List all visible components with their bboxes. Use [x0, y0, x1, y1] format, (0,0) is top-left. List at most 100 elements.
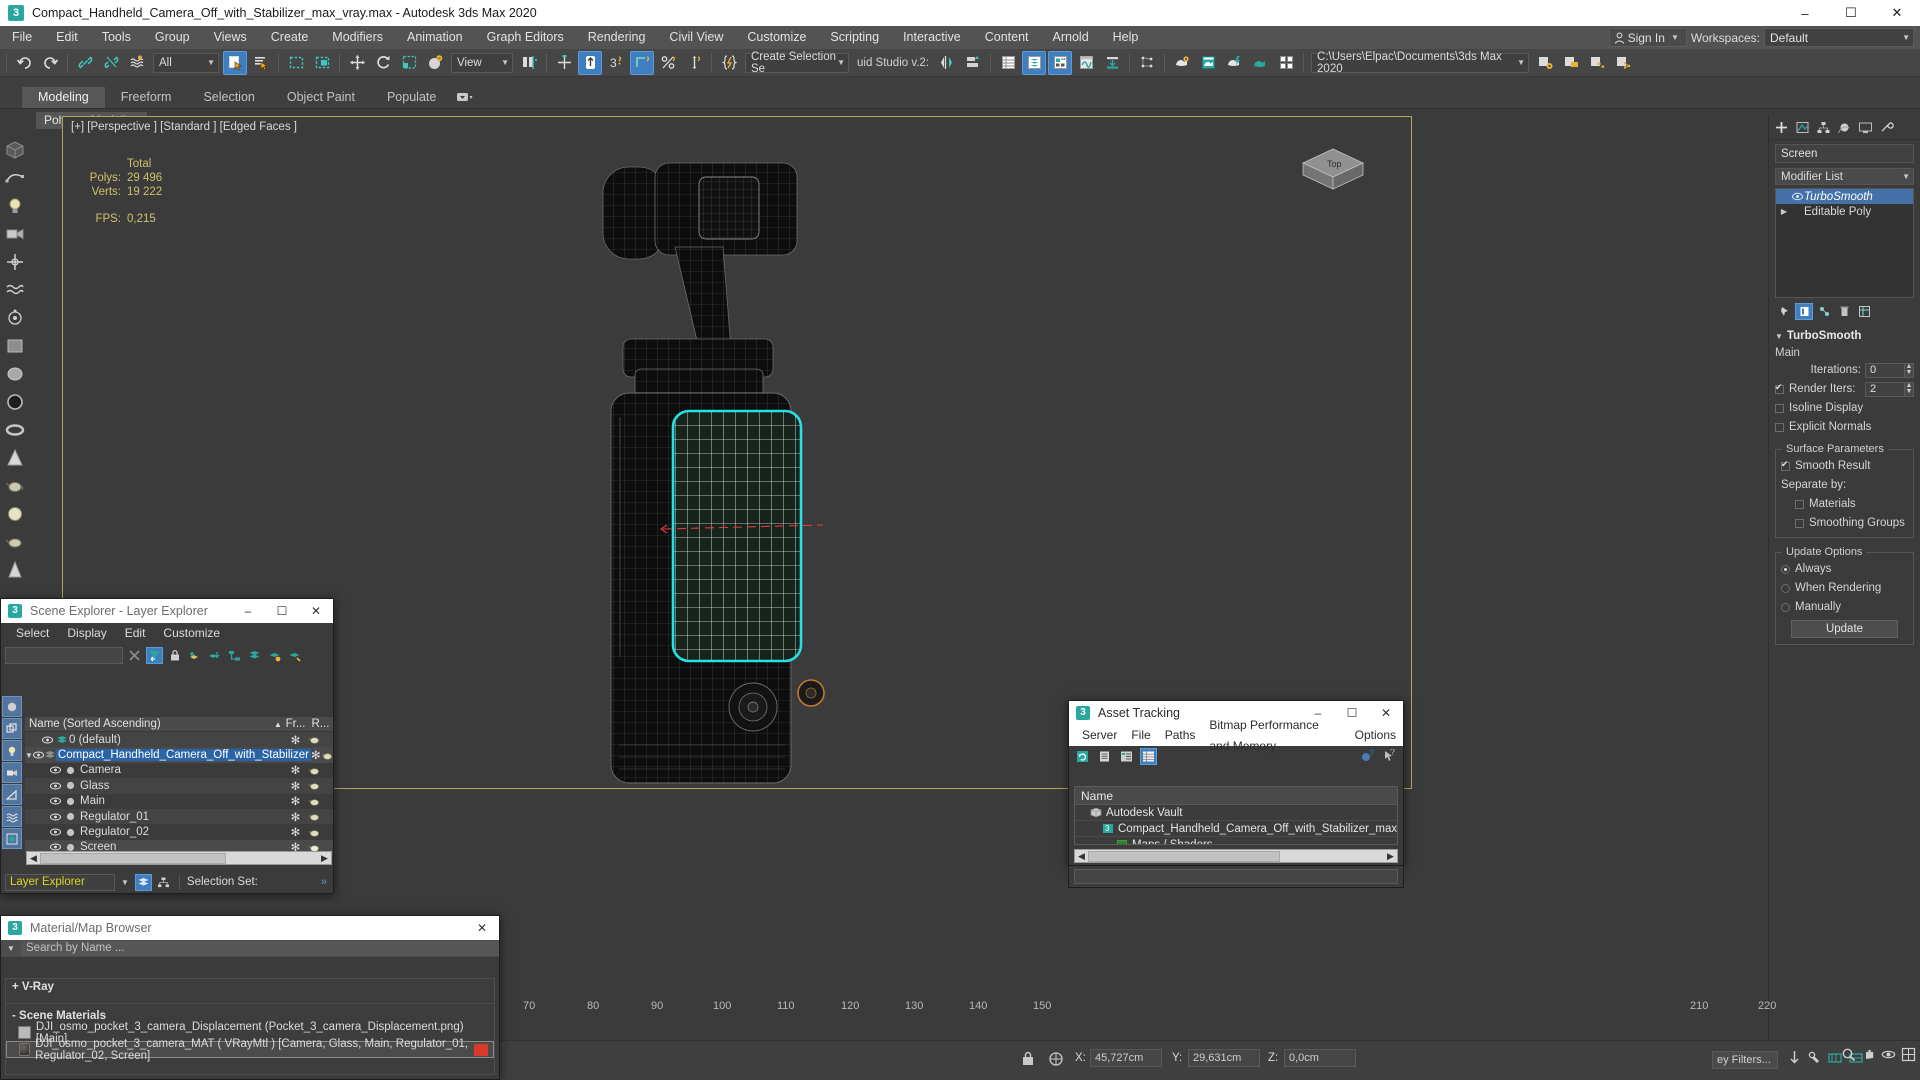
- material-editor-icon[interactable]: [1170, 51, 1194, 75]
- maximize-button[interactable]: ☐: [265, 599, 299, 623]
- update-when-rendering-radio[interactable]: [1781, 583, 1790, 593]
- row-label[interactable]: Regulator_01: [77, 811, 283, 823]
- manage-layers-icon[interactable]: [1048, 50, 1073, 75]
- material-search-input[interactable]: Search by Name ...: [21, 941, 499, 956]
- add-layer-icon[interactable]: [186, 647, 203, 664]
- mirror-icon[interactable]: [935, 51, 959, 75]
- close-button[interactable]: ✕: [465, 916, 499, 940]
- menu-civil-view[interactable]: Civil View: [657, 26, 735, 49]
- row-label[interactable]: 0 (default): [69, 734, 283, 746]
- filter-shapes-icon[interactable]: [2, 718, 22, 739]
- at-menu-file[interactable]: File: [1124, 725, 1157, 746]
- scroll-left-icon[interactable]: ◀: [1075, 851, 1088, 862]
- tree-header[interactable]: Name (Sorted Ascending) ▲ Fr... R...: [25, 717, 333, 732]
- percent-snap-toggle-icon[interactable]: 3: [604, 51, 628, 75]
- use-pivot-point-center-icon[interactable]: [517, 51, 541, 75]
- menu-file[interactable]: File: [0, 26, 44, 49]
- eye-icon[interactable]: [47, 766, 63, 774]
- project-assets-icon[interactable]: [1585, 51, 1609, 75]
- smooth-result-row[interactable]: Smooth Result: [1781, 458, 1908, 474]
- scroll-thumb[interactable]: [1088, 850, 1280, 862]
- iterations-input[interactable]: 0: [1865, 362, 1905, 378]
- row-label[interactable]: Camera: [77, 764, 283, 776]
- smoothing-groups-checkbox[interactable]: [1795, 518, 1804, 528]
- freeze-toggle[interactable]: ✻: [311, 748, 321, 762]
- table-row[interactable]: Regulator_01 ✻: [25, 808, 333, 825]
- asset-tracking-toolbar-icon[interactable]: [1611, 51, 1635, 75]
- menu-scripting[interactable]: Scripting: [818, 26, 891, 49]
- auto-key-icon[interactable]: [1788, 1050, 1801, 1066]
- render-toggle[interactable]: [321, 751, 334, 760]
- render-toggle[interactable]: [308, 812, 333, 821]
- chevron-down-icon[interactable]: ▼: [837, 58, 845, 67]
- ribbon-tab-modeling[interactable]: Modeling: [22, 87, 105, 108]
- freeze-toggle[interactable]: ✻: [283, 825, 308, 839]
- scene-explorer-search-input[interactable]: [5, 646, 123, 664]
- pan-icon[interactable]: [1861, 1047, 1876, 1062]
- pin-stack-icon[interactable]: [1775, 303, 1793, 320]
- menu-group[interactable]: Group: [143, 26, 202, 49]
- systems-icon[interactable]: [2, 305, 28, 331]
- scene-explorer-icon[interactable]: [1022, 50, 1047, 75]
- zoom-icon[interactable]: [1841, 1047, 1856, 1062]
- redo-button[interactable]: [38, 51, 62, 75]
- chevron-down-icon[interactable]: ▼: [1775, 332, 1783, 341]
- layer-tools-icon[interactable]: [286, 647, 303, 664]
- timeline-ruler-right[interactable]: 210 220: [1690, 998, 1910, 1018]
- configure-modifier-sets-icon[interactable]: [1855, 303, 1873, 320]
- cone-primitive-icon[interactable]: [2, 445, 28, 471]
- set-key-icon[interactable]: [1808, 1050, 1821, 1066]
- timeline-ruler[interactable]: 70 80 90 100 110 120 130 140 150: [505, 998, 1575, 1018]
- table-row[interactable]: Regulator_02 ✻: [25, 824, 333, 839]
- menu-arnold[interactable]: Arnold: [1041, 26, 1101, 49]
- selection-lock-icon[interactable]: [1020, 1051, 1036, 1067]
- ribbon-tab-selection[interactable]: Selection: [187, 87, 270, 108]
- help-icon[interactable]: ?: [1359, 748, 1376, 765]
- tab-utilities-icon[interactable]: [1876, 118, 1896, 138]
- list-item[interactable]: DJI_osmo_pocket_3_camera_MAT ( VRayMtl )…: [6, 1038, 494, 1062]
- reference-coordinate-select[interactable]: View ▼: [451, 52, 513, 73]
- select-layer-objects-icon[interactable]: [226, 647, 243, 664]
- add-selection-to-layer-icon[interactable]: [206, 647, 223, 664]
- sign-in-button[interactable]: Sign In ▼: [1608, 28, 1687, 47]
- layer-properties-icon[interactable]: [266, 647, 283, 664]
- edit-named-selection-icon[interactable]: [682, 51, 706, 75]
- eye-icon[interactable]: [32, 751, 44, 759]
- tab-modify-icon[interactable]: [1792, 118, 1812, 138]
- update-manually-radio[interactable]: [1781, 602, 1790, 612]
- create-shapes-icon[interactable]: [2, 165, 28, 191]
- menu-create[interactable]: Create: [259, 26, 321, 49]
- box-primitive-icon[interactable]: [2, 333, 28, 359]
- teapot-small-icon[interactable]: [2, 529, 28, 555]
- chevron-down-icon[interactable]: ▼: [121, 878, 129, 887]
- render-toggle[interactable]: [308, 735, 333, 744]
- render-iters-input[interactable]: 2: [1865, 381, 1905, 397]
- close-button[interactable]: ✕: [1874, 0, 1920, 26]
- grid-view-icon[interactable]: [1140, 747, 1157, 765]
- scene-explorer-dialog[interactable]: 3 Scene Explorer - Layer Explorer – ☐ ✕ …: [0, 598, 334, 894]
- update-manually-row[interactable]: Manually: [1781, 599, 1908, 615]
- menu-customize[interactable]: Customize: [735, 26, 818, 49]
- hierarchy-explorer-toggle-icon[interactable]: [155, 874, 172, 891]
- create-light-icon[interactable]: [2, 193, 28, 219]
- at-menu-bitmap-performance[interactable]: Bitmap Performance and Memory: [1202, 715, 1347, 757]
- chevron-down-icon[interactable]: ▼: [1, 944, 21, 953]
- scroll-thumb[interactable]: [40, 852, 226, 864]
- expand-panel-icon[interactable]: »: [321, 876, 331, 888]
- sphere-gizmo-icon[interactable]: [2, 501, 28, 527]
- maximize-viewport-icon[interactable]: [1901, 1047, 1916, 1062]
- filter-icon[interactable]: [146, 646, 163, 664]
- render-toggle[interactable]: [308, 828, 333, 837]
- menu-interactive[interactable]: Interactive: [891, 26, 973, 49]
- asset-list[interactable]: Name Autodesk Vault 3 Compact_Handheld_C…: [1074, 786, 1398, 845]
- eye-icon[interactable]: [47, 782, 63, 790]
- orbit-icon[interactable]: [1881, 1047, 1896, 1062]
- asset-horizontal-scrollbar[interactable]: ◀ ▶: [1074, 849, 1398, 863]
- cylinder-primitive-icon[interactable]: [2, 389, 28, 415]
- se-menu-edit[interactable]: Edit: [116, 623, 155, 644]
- y-coordinate-input[interactable]: 29,631cm: [1188, 1049, 1260, 1067]
- row-label[interactable]: Main: [77, 795, 283, 807]
- chevron-down-icon[interactable]: ▼: [1517, 58, 1525, 67]
- menu-tools[interactable]: Tools: [90, 26, 143, 49]
- explicit-normals-row[interactable]: Explicit Normals: [1775, 419, 1914, 435]
